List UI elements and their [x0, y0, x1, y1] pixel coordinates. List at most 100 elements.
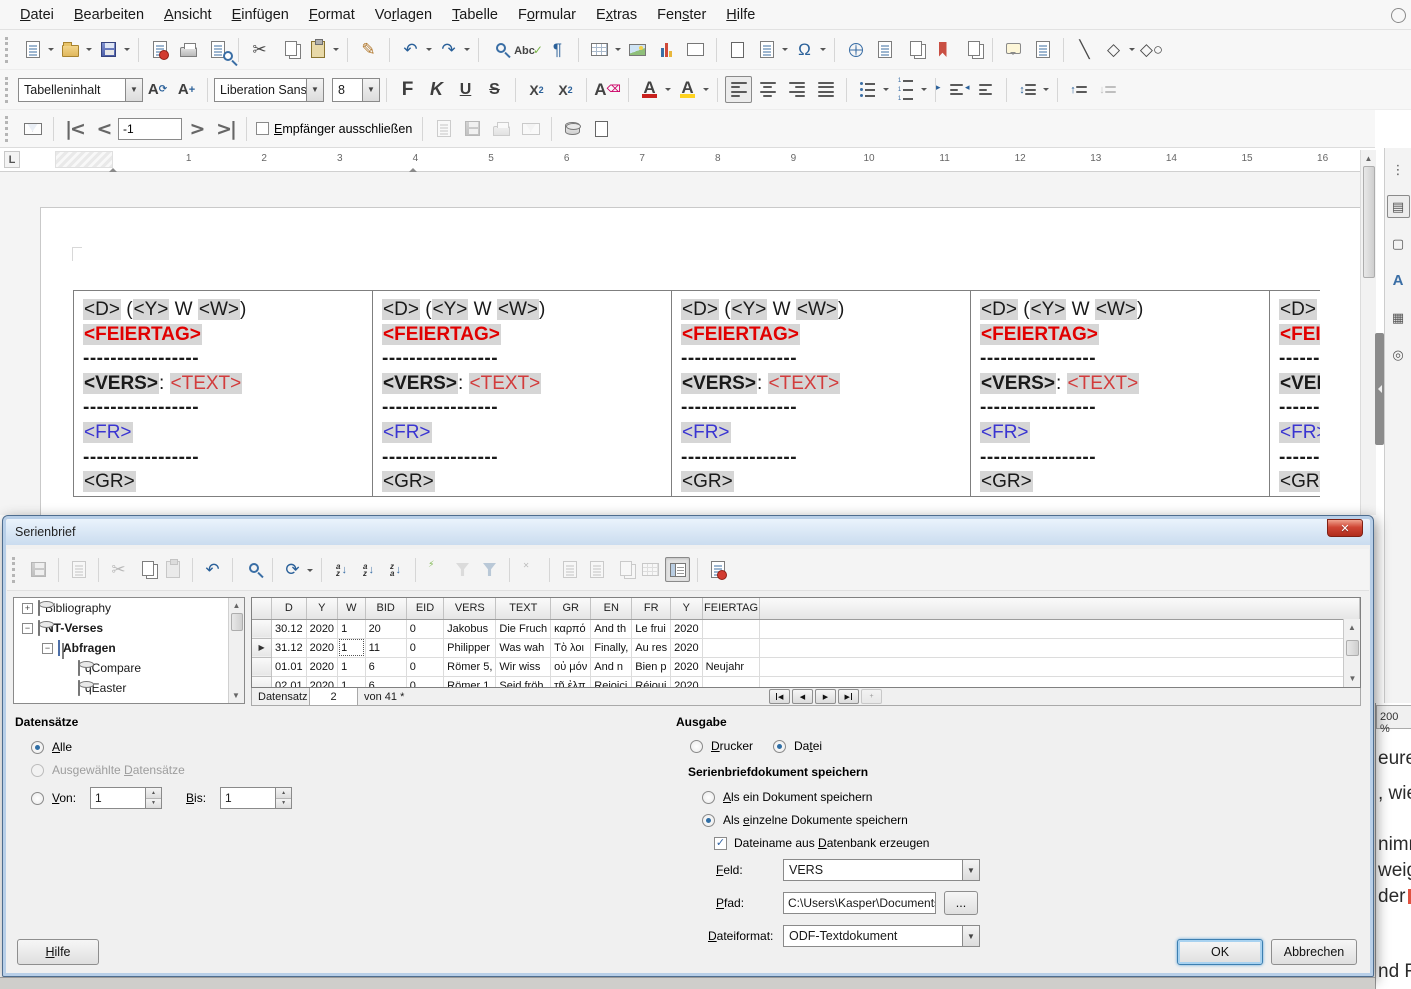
bold-button[interactable]: F: [394, 76, 421, 103]
italic-button[interactable]: K: [423, 76, 450, 103]
gallery-icon[interactable]: ▦: [1387, 306, 1410, 329]
row-header-cell[interactable]: [252, 676, 272, 688]
scrollbar-thumb[interactable]: [1363, 166, 1375, 278]
endnote-icon[interactable]: [900, 36, 927, 63]
undo-icon[interactable]: ↶: [397, 36, 424, 63]
spin-up-icon[interactable]: ▲: [146, 788, 161, 799]
tree-item-qcompare[interactable]: qCompare: [14, 658, 244, 678]
grid-cell[interactable]: 2020: [306, 676, 337, 688]
export-pdf-icon[interactable]: [146, 36, 173, 63]
drucker-radio[interactable]: [690, 740, 703, 753]
grid-cell[interactable]: 2020: [671, 638, 702, 657]
bookmark-icon[interactable]: [929, 36, 956, 63]
hyperlink-icon[interactable]: [842, 36, 869, 63]
autofilter-icon[interactable]: [423, 557, 448, 582]
grid-cell[interactable]: Seid fröh: [496, 676, 551, 688]
data-sources-icon[interactable]: [559, 115, 586, 142]
grid-cell[interactable]: τῇ ἐλπ: [551, 676, 591, 688]
close-datasource-icon[interactable]: [705, 557, 730, 582]
grid-cell[interactable]: 6: [365, 676, 406, 688]
sort-ascending-icon[interactable]: az↓: [356, 557, 381, 582]
grid-column-header[interactable]: W: [338, 598, 366, 619]
menu-item-extras[interactable]: Extras: [586, 2, 647, 28]
edit-individual-documents-icon[interactable]: [430, 115, 457, 142]
bullet-list-icon[interactable]: [854, 76, 881, 103]
save-record-icon[interactable]: [26, 557, 51, 582]
grid-cell[interactable]: 30.12: [272, 619, 307, 638]
underline-button[interactable]: U: [452, 76, 479, 103]
table-cell[interactable]: <D> (<Y> W <W>)<FEIERTAG>---------------…: [373, 291, 672, 496]
tree-scrollbar[interactable]: ▲ ▼: [228, 598, 244, 703]
subscript-button[interactable]: X2: [552, 76, 579, 103]
tree-item-abfragen[interactable]: −Abfragen: [14, 638, 244, 658]
open-icon[interactable]: [57, 36, 84, 63]
clear-formatting-icon[interactable]: A⌫: [594, 76, 621, 103]
menu-item-vorlagen[interactable]: Vorlagen: [365, 2, 442, 28]
grid-column-header[interactable]: FEIERTAG: [702, 598, 760, 619]
edit-data-icon[interactable]: [66, 557, 91, 582]
alle-radio[interactable]: [31, 741, 44, 754]
new-document-icon[interactable]: [19, 36, 46, 63]
save-merged-documents-icon[interactable]: [459, 115, 486, 142]
next-record-button[interactable]: ▶: [815, 689, 836, 704]
sidebar-menu-icon[interactable]: ⋮: [1387, 158, 1410, 181]
superscript-button[interactable]: X2: [523, 76, 550, 103]
grid-cell[interactable]: Au res: [632, 638, 671, 657]
horizontal-ruler[interactable]: L 12345678910111213141516: [0, 148, 1375, 172]
reset-filter-icon[interactable]: [517, 557, 542, 582]
grid-cell[interactable]: 31.12: [272, 638, 307, 657]
grid-column-header[interactable]: EN: [591, 598, 632, 619]
grid-cell[interactable]: Römer 1: [444, 676, 496, 688]
grid-cell[interactable]: [702, 619, 760, 638]
record-number-value[interactable]: 2: [310, 688, 358, 705]
page-frame-icon[interactable]: [588, 115, 615, 142]
grid-cell[interactable]: Bien p: [632, 657, 671, 676]
grid-column-header[interactable]: FR: [632, 598, 671, 619]
line-spacing-icon[interactable]: ↕: [1014, 76, 1041, 103]
combo-dropdown-icon[interactable]: ▼: [362, 79, 379, 101]
grid-column-header[interactable]: [252, 598, 272, 619]
tree-expander-icon[interactable]: −: [42, 643, 53, 654]
scroll-up-icon[interactable]: ▲: [1345, 620, 1360, 634]
paste-icon[interactable]: [160, 557, 185, 582]
first-record-icon[interactable]: |<: [61, 115, 88, 142]
toolbar-grip[interactable]: [5, 77, 14, 103]
line-icon[interactable]: ╲: [1071, 36, 1098, 63]
spin-up-icon[interactable]: ▲: [276, 788, 291, 799]
tree-expander-icon[interactable]: −: [22, 623, 33, 634]
decrease-paragraph-spacing-icon[interactable]: ↓: [1094, 76, 1121, 103]
grid-cell[interactable]: Neujahr: [702, 657, 760, 676]
grid-cell[interactable]: [702, 638, 760, 657]
menu-item-fenster[interactable]: Fenster: [647, 2, 716, 28]
table-cell[interactable]: <D> (<Y> W <W>)<FEIERTAG>---------------…: [1270, 291, 1320, 496]
toolbar-grip[interactable]: [12, 557, 21, 583]
copy-icon[interactable]: [275, 36, 302, 63]
datei-radio[interactable]: [773, 740, 786, 753]
font-size-combo[interactable]: 8 ▼: [332, 78, 380, 102]
tree-item-qeaster[interactable]: qEaster: [14, 678, 244, 698]
document-vertical-scrollbar[interactable]: ▲: [1360, 150, 1376, 515]
browse-button[interactable]: ...: [944, 891, 978, 915]
dialog-close-button[interactable]: ✕: [1327, 519, 1363, 537]
ein-dokument-radio[interactable]: [702, 791, 715, 804]
first-record-button[interactable]: ◀: [769, 689, 790, 704]
styles-icon[interactable]: A: [1387, 269, 1410, 292]
record-number-input[interactable]: [118, 118, 182, 140]
grid-column-header[interactable]: GR: [551, 598, 591, 619]
sort-icon[interactable]: az↓: [329, 557, 354, 582]
cross-reference-icon[interactable]: [958, 36, 985, 63]
toolbar-grip[interactable]: [5, 116, 14, 142]
data-to-text-icon[interactable]: [557, 557, 582, 582]
row-header-cell[interactable]: ▶: [252, 638, 272, 657]
table-cell[interactable]: <D> (<Y> W <W>)<FEIERTAG>---------------…: [672, 291, 971, 496]
explorer-toggle-icon[interactable]: [665, 557, 690, 582]
basic-shapes-icon[interactable]: ◇: [1100, 36, 1127, 63]
grid-cell[interactable]: 2020: [306, 638, 337, 657]
grid-cell[interactable]: [702, 676, 760, 688]
toolbar-grip[interactable]: [5, 37, 14, 63]
new-style-icon[interactable]: A+: [173, 76, 200, 103]
mail-merge-icon[interactable]: [611, 557, 636, 582]
grid-column-header[interactable]: TEXT: [496, 598, 551, 619]
footnote-icon[interactable]: [871, 36, 898, 63]
ok-button[interactable]: OK: [1177, 939, 1263, 965]
